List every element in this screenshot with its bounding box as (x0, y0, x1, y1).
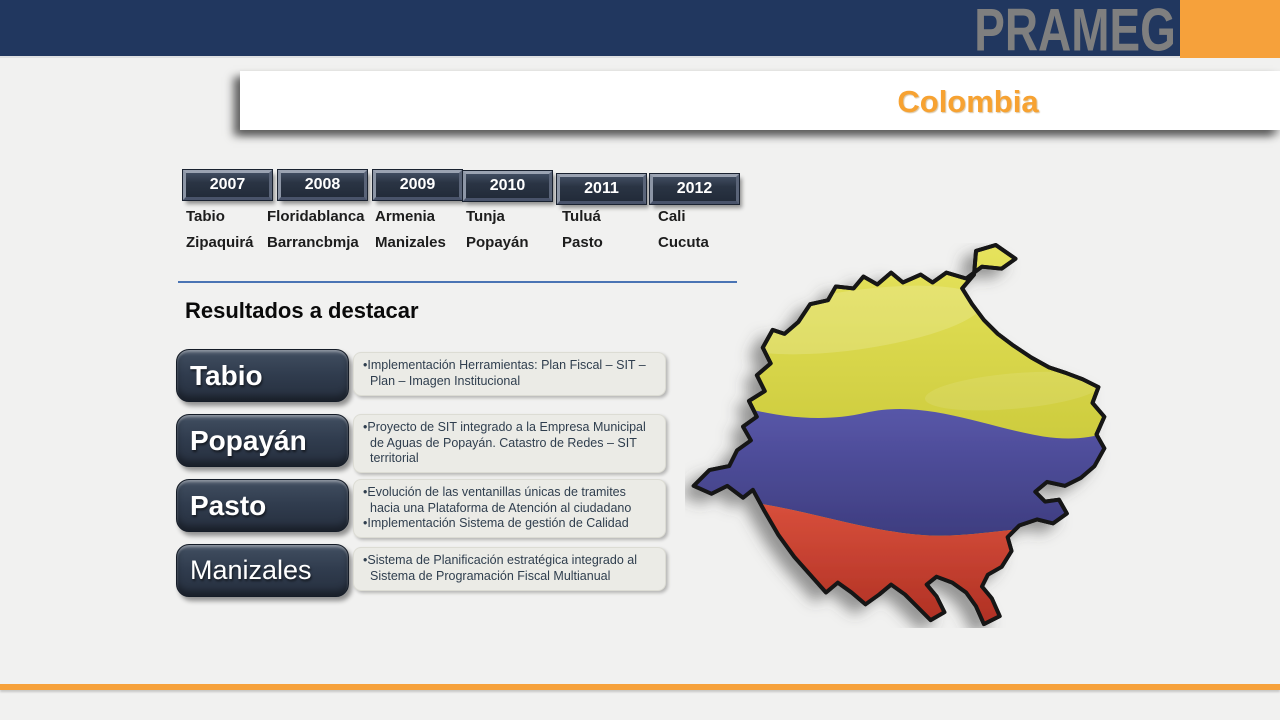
city-line: Cali (658, 204, 709, 230)
city-line: Tabio (186, 204, 254, 230)
city-button-pasto[interactable]: Pasto (176, 479, 349, 532)
results-heading: Resultados a destacar (185, 298, 419, 324)
page-title: Colombia (828, 84, 1108, 120)
year-button-2007[interactable]: 2007 (183, 170, 272, 200)
year-button-2010[interactable]: 2010 (463, 171, 552, 201)
city-line: Pasto (562, 230, 603, 256)
city-line: Popayán (466, 230, 529, 256)
city-line: Floridablanca (267, 204, 365, 230)
city-line: Manizales (375, 230, 446, 256)
result-bullet: Sistema de Planificación estratégica int… (363, 553, 656, 584)
city-line: Armenia (375, 204, 446, 230)
header-accent-block (1180, 0, 1280, 58)
result-card-manizales: Sistema de Planificación estratégica int… (353, 547, 666, 591)
colombia-map-image (685, 243, 1115, 628)
city-line: Zipaquirá (186, 230, 254, 256)
result-bullet: Evolución de las ventanillas únicas de t… (363, 485, 656, 516)
year-cities-2009: Armenia Manizales (375, 204, 446, 256)
result-card-tabio: Implementación Herramientas: Plan Fiscal… (353, 352, 666, 396)
header-bar: PRAMEG (0, 0, 1280, 58)
result-bullet: Implementación Herramientas: Plan Fiscal… (363, 358, 656, 389)
title-banner: Colombia (240, 71, 1280, 130)
year-button-2012[interactable]: 2012 (650, 174, 739, 204)
year-cities-2010: Tunja Popayán (466, 204, 529, 256)
colombia-map (685, 243, 1115, 628)
year-button-2011[interactable]: 2011 (557, 174, 646, 204)
result-card-pasto: Evolución de las ventanillas únicas de t… (353, 479, 666, 538)
city-line: Tuluá (562, 204, 603, 230)
section-divider (178, 281, 737, 283)
result-card-popayan: Proyecto de SIT integrado a la Empresa M… (353, 414, 666, 473)
result-bullet: Implementación Sistema de gestión de Cal… (363, 516, 656, 532)
city-line: Tunja (466, 204, 529, 230)
result-bullet: Proyecto de SIT integrado a la Empresa M… (363, 420, 656, 467)
city-line: Barrancbmja (267, 230, 365, 256)
brand-logo: PRAMEG (974, 0, 1176, 60)
city-button-tabio[interactable]: Tabio (176, 349, 349, 402)
year-cities-2007: Tabio Zipaquirá (186, 204, 254, 256)
year-button-2008[interactable]: 2008 (278, 170, 367, 200)
year-cities-2011: Tuluá Pasto (562, 204, 603, 256)
city-button-popayan[interactable]: Popayán (176, 414, 349, 467)
year-cities-2008: Floridablanca Barrancbmja (267, 204, 365, 256)
year-button-2009[interactable]: 2009 (373, 170, 462, 200)
city-button-manizales[interactable]: Manizales (176, 544, 349, 597)
footer-accent-bar (0, 684, 1280, 690)
